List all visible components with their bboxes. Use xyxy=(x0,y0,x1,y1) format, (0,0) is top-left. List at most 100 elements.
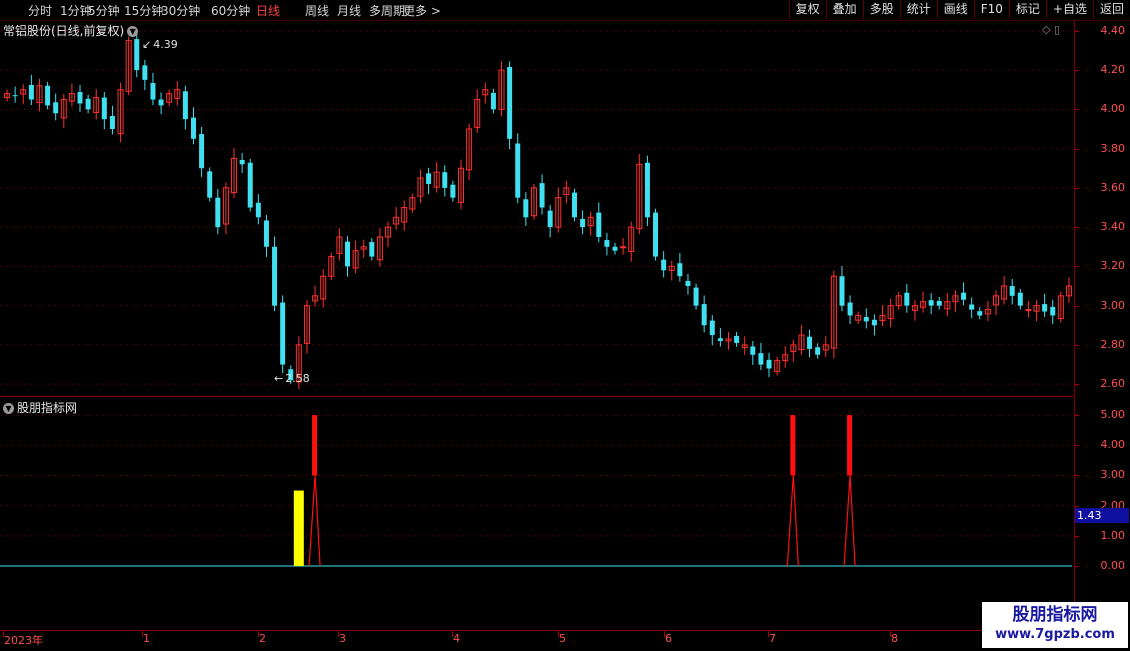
candle-body xyxy=(863,317,869,322)
tick-mark xyxy=(1075,445,1079,447)
candle-body xyxy=(547,210,553,228)
candle-body xyxy=(620,246,627,249)
tick-mark xyxy=(1075,475,1079,477)
candle-body xyxy=(1042,304,1048,312)
tick-mark xyxy=(1075,148,1079,150)
panel-control-icons[interactable]: ◇ ▯ xyxy=(1042,23,1060,36)
candle-body xyxy=(77,92,83,104)
candle-body xyxy=(815,347,821,355)
candle-body xyxy=(263,220,269,247)
indicator-tick: 3.00 xyxy=(1100,468,1126,482)
date-label: 2 xyxy=(259,632,266,645)
candle-body xyxy=(190,117,196,139)
price-tick: 3.20 xyxy=(1100,259,1126,273)
date-label: 1 xyxy=(143,632,150,645)
price-tick: 4.40 xyxy=(1100,23,1126,37)
candle-body xyxy=(507,66,513,139)
date-tick xyxy=(452,631,453,637)
candle-body xyxy=(596,212,602,237)
candle-body xyxy=(847,302,853,316)
candle-body xyxy=(807,336,813,349)
signal-bar-red xyxy=(790,415,796,476)
date-tick xyxy=(258,631,259,637)
chevron-down-icon[interactable]: ▼ xyxy=(127,26,139,37)
candle-body xyxy=(150,83,156,100)
candle-body xyxy=(839,276,845,306)
date-tick xyxy=(664,631,665,637)
candle-body xyxy=(1009,286,1015,296)
candle-body xyxy=(604,240,610,247)
indicator-tick: 5.00 xyxy=(1100,408,1126,422)
price-tick: 3.60 xyxy=(1100,180,1126,194)
indicator-tick: 1.00 xyxy=(1100,528,1126,542)
candle-body xyxy=(207,171,213,198)
date-tick xyxy=(142,631,143,637)
tick-mark xyxy=(1075,30,1079,32)
candle-body xyxy=(1025,309,1032,312)
candle-body xyxy=(580,218,586,228)
signal-spike xyxy=(843,475,856,567)
signal-bar-yellow xyxy=(293,490,304,566)
candle-body xyxy=(450,184,456,198)
date-tick xyxy=(558,631,559,637)
candle-body xyxy=(766,359,772,369)
candle-body xyxy=(490,92,496,110)
tick-mark xyxy=(1075,566,1079,567)
candle-body xyxy=(134,39,140,71)
candle-body xyxy=(142,65,148,80)
price-tick: 3.80 xyxy=(1100,141,1126,155)
chevron-down-icon[interactable]: ▼ xyxy=(3,403,14,414)
candle-body xyxy=(1017,292,1023,306)
date-label: 5 xyxy=(559,632,566,645)
price-tick: 4.00 xyxy=(1100,102,1126,116)
candle-body xyxy=(515,143,521,198)
tick-mark xyxy=(1075,384,1079,386)
tick-mark xyxy=(1075,266,1079,268)
candle-body xyxy=(977,311,983,316)
candle-body xyxy=(661,259,667,271)
price-axis: 4.40 4.20 4.00 3.80 3.60 3.40 3.20 3.00 2.80 2.60… xyxy=(1074,21,1130,630)
candle-body xyxy=(53,102,59,114)
signal-spike xyxy=(308,475,321,567)
current-value-badge: 1.43 xyxy=(1075,508,1129,523)
date-tick xyxy=(3,631,4,637)
candle-body xyxy=(734,335,740,343)
candle-body xyxy=(12,95,18,97)
tick-mark xyxy=(1075,109,1079,111)
candle-body xyxy=(701,304,707,326)
candle-body xyxy=(369,242,375,257)
kline-chart[interactable] xyxy=(0,0,1074,630)
candle-body xyxy=(969,304,975,310)
toolbar-button-8[interactable]: 返回 xyxy=(1092,0,1130,19)
signal-bar-red xyxy=(312,415,318,476)
signal-spike xyxy=(786,475,799,567)
indicator-tick: 0.00 xyxy=(1100,559,1126,572)
candle-body xyxy=(936,300,942,306)
date-axis: 2023年 1 2 3 4 5 6 7 8 xyxy=(0,630,1074,651)
candle-body xyxy=(653,212,659,257)
candle-body xyxy=(442,172,448,188)
price-tick: 4.20 xyxy=(1100,63,1126,77)
candle-body xyxy=(904,292,910,306)
candle-body xyxy=(1050,306,1056,316)
low-marker: ← 2.58 xyxy=(274,372,310,385)
candle-body xyxy=(158,99,164,106)
candle-body xyxy=(101,97,107,120)
date-label: 7 xyxy=(769,632,776,645)
candle-body xyxy=(709,320,715,336)
date-label: 4 xyxy=(453,632,460,645)
tick-mark xyxy=(1075,344,1079,346)
candle-body xyxy=(199,134,205,169)
date-label: 3 xyxy=(339,632,346,645)
candle-body xyxy=(215,197,221,228)
panel-divider xyxy=(0,396,1074,397)
candle-body xyxy=(255,202,261,218)
price-tick: 3.40 xyxy=(1100,220,1126,234)
candle-body xyxy=(693,287,699,306)
candle-body xyxy=(871,319,877,326)
tick-mark xyxy=(1075,535,1079,537)
candle-body xyxy=(758,353,764,365)
high-marker: ↙ 4.39 xyxy=(142,38,178,51)
tick-mark xyxy=(1075,70,1079,72)
candle-body xyxy=(539,183,545,208)
